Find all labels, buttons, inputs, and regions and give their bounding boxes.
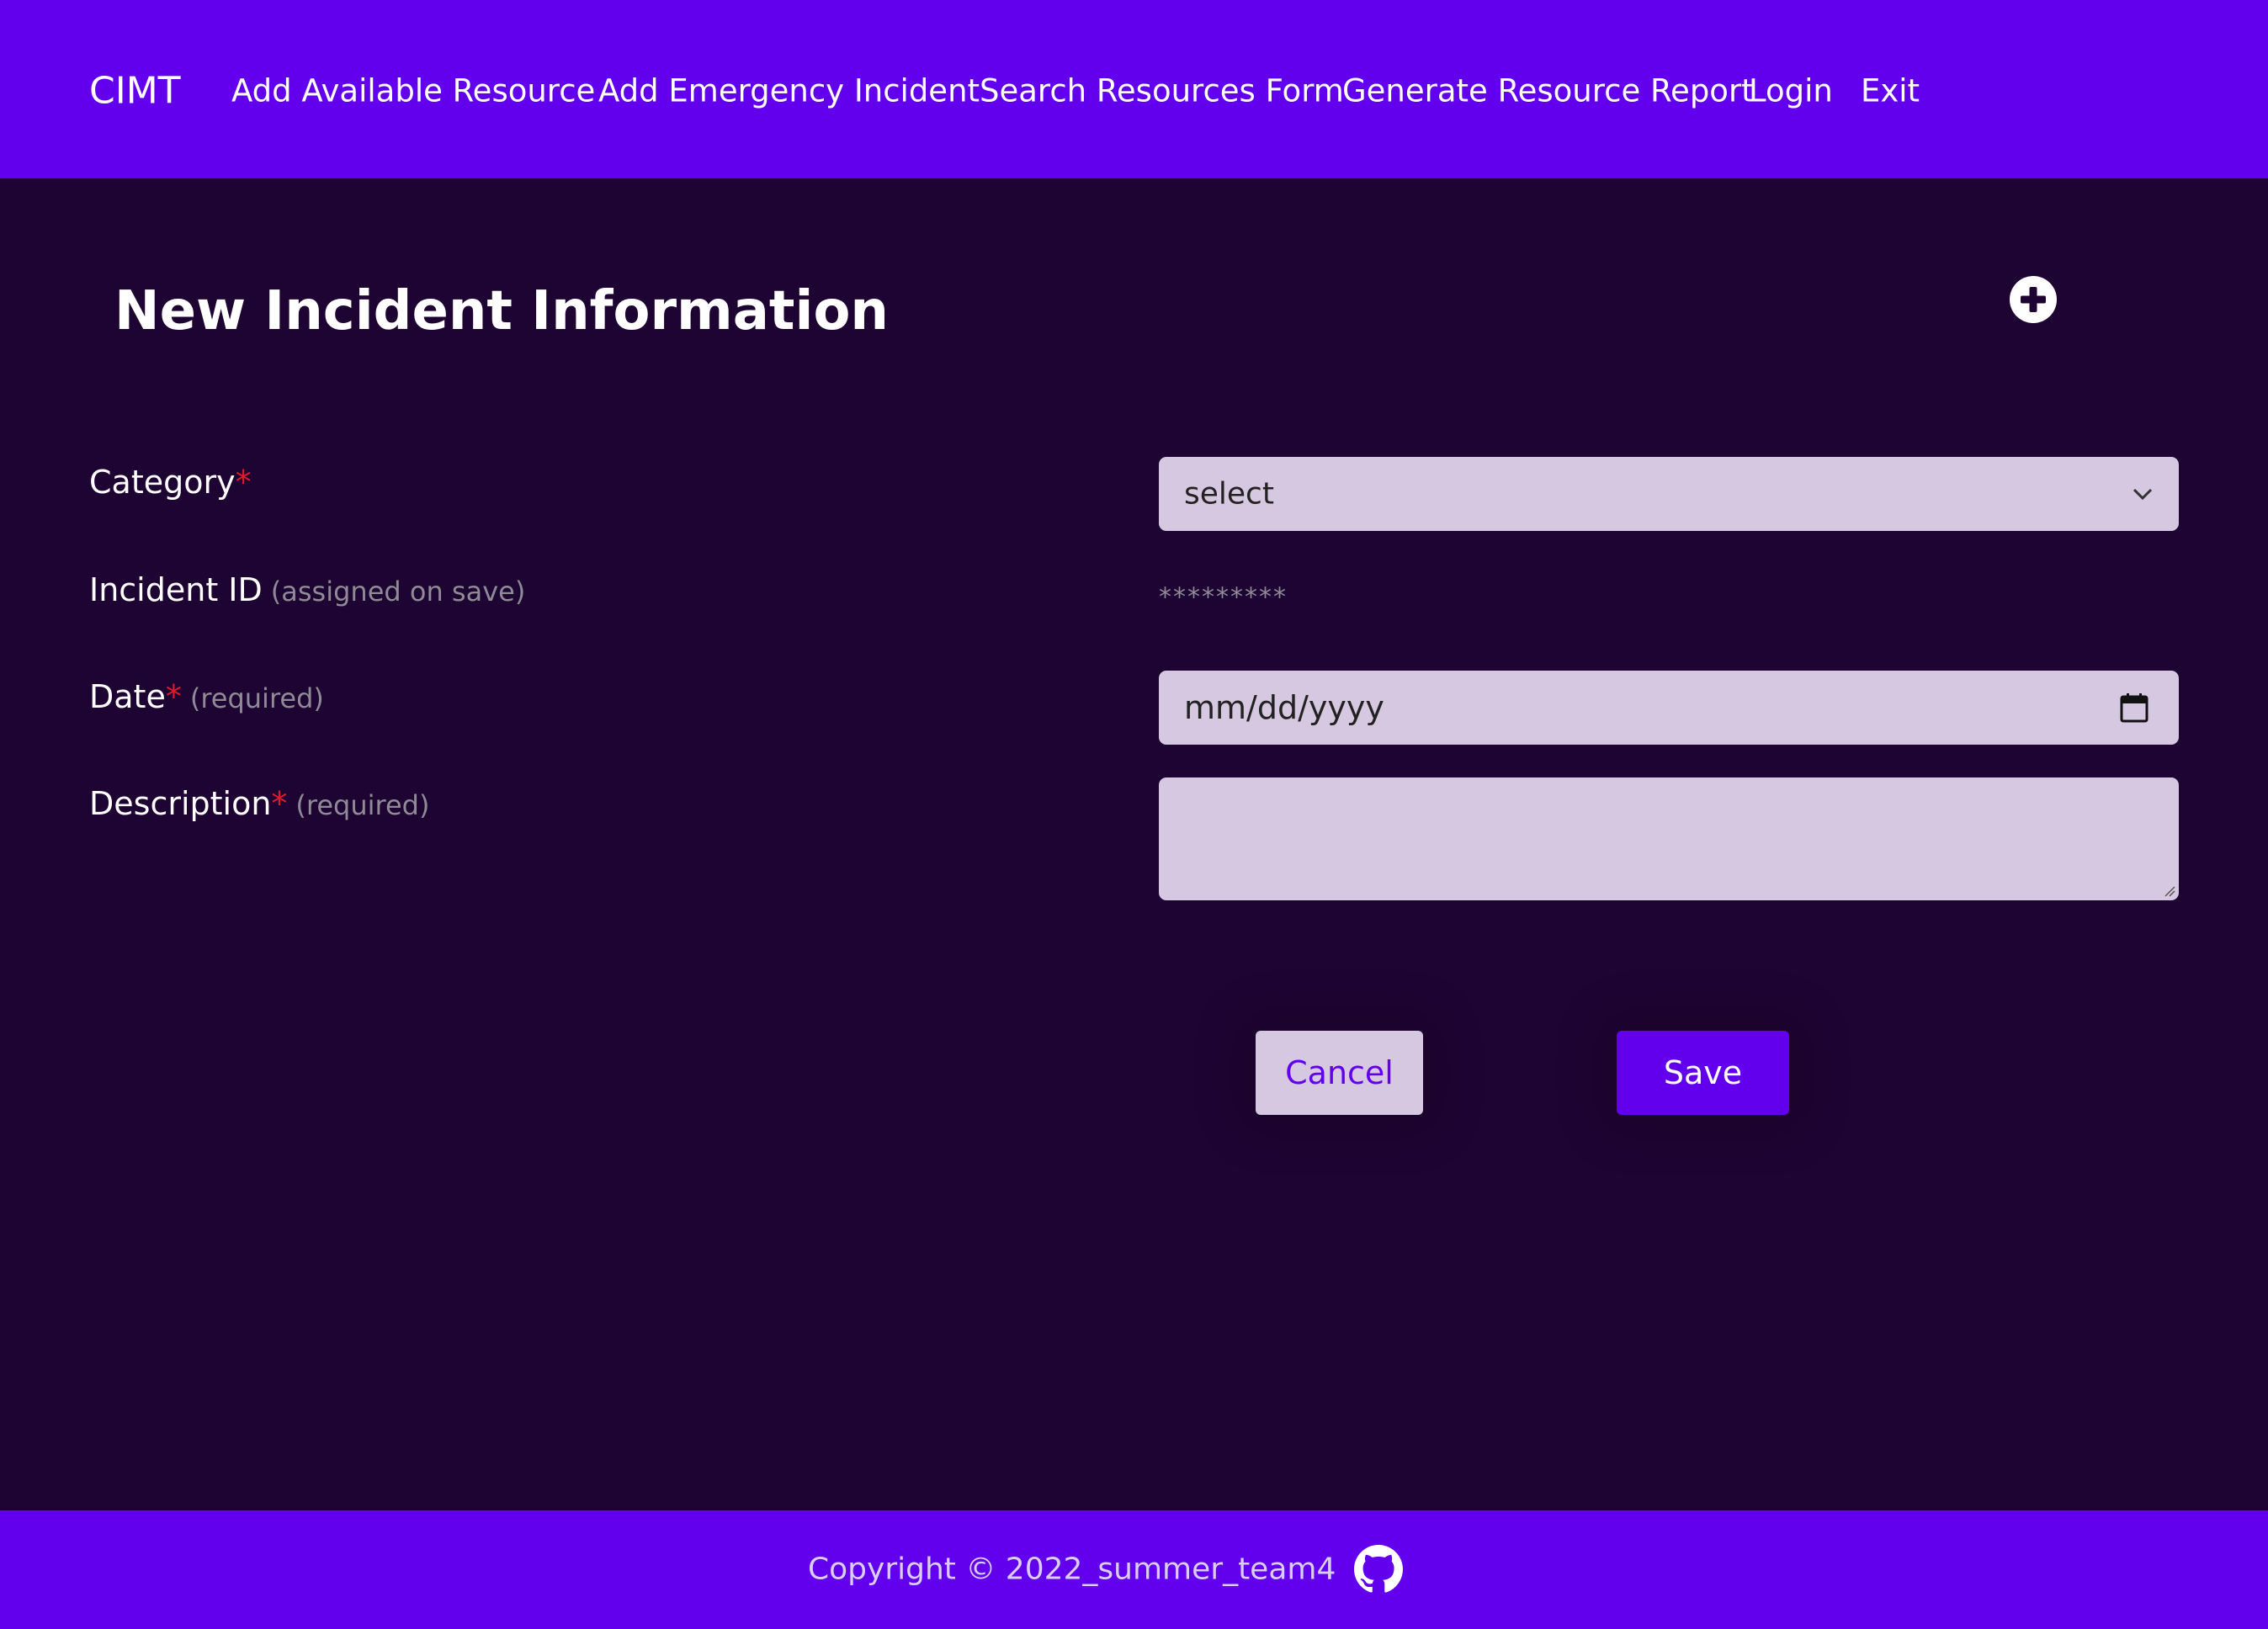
incident-id-value: ********* bbox=[1159, 582, 1288, 613]
calendar-icon[interactable] bbox=[2120, 692, 2148, 723]
date-input-placeholder: mm/dd/yyyy bbox=[1184, 689, 1384, 726]
nav-search-resources-form[interactable]: Search Resources Form bbox=[980, 73, 1344, 109]
copyright-text: Copyright © 2022_summer_team4 bbox=[808, 1552, 1336, 1587]
date-input[interactable]: mm/dd/yyyy bbox=[1159, 671, 2179, 745]
plus-circle-icon[interactable] bbox=[2010, 276, 2057, 323]
category-select[interactable]: select bbox=[1159, 457, 2179, 531]
category-label-text: Category bbox=[89, 464, 236, 501]
date-label: Date* (required) bbox=[89, 678, 324, 715]
nav-login[interactable]: Login bbox=[1749, 73, 1833, 109]
incident-id-hint: (assigned on save) bbox=[270, 576, 526, 608]
date-label-text: Date bbox=[89, 678, 166, 715]
save-button[interactable]: Save bbox=[1617, 1031, 1789, 1115]
nav-exit[interactable]: Exit bbox=[1861, 73, 1920, 109]
required-star: * bbox=[165, 678, 182, 715]
incident-id-label: Incident ID (assigned on save) bbox=[89, 571, 525, 608]
nav-generate-resource-report[interactable]: Generate Resource Report bbox=[1342, 73, 1754, 109]
description-label-text: Description bbox=[89, 785, 272, 822]
nav-add-emergency-incident[interactable]: Add Emergency Incident bbox=[598, 73, 980, 109]
category-select-value: select bbox=[1184, 476, 1274, 512]
required-star: * bbox=[235, 464, 252, 501]
page-title: New Incident Information bbox=[114, 280, 889, 342]
footer: Copyright © 2022_summer_team4 bbox=[0, 1510, 2268, 1629]
category-label: Category* bbox=[89, 464, 252, 501]
resize-grip-icon[interactable] bbox=[2164, 885, 2175, 897]
nav-add-available-resource[interactable]: Add Available Resource bbox=[231, 73, 595, 109]
incident-id-label-text: Incident ID bbox=[89, 571, 263, 608]
date-hint: (required) bbox=[189, 682, 324, 714]
cancel-button[interactable]: Cancel bbox=[1256, 1031, 1423, 1115]
description-label: Description* (required) bbox=[89, 785, 429, 822]
description-hint: (required) bbox=[295, 789, 430, 821]
required-star: * bbox=[271, 785, 288, 822]
github-icon[interactable] bbox=[1354, 1545, 1403, 1594]
brand-logo[interactable]: CIMT bbox=[89, 70, 181, 113]
top-navbar: CIMT Add Available Resource Add Emergenc… bbox=[0, 0, 2268, 178]
description-textarea[interactable] bbox=[1159, 777, 2179, 900]
chevron-down-icon bbox=[2133, 488, 2153, 501]
